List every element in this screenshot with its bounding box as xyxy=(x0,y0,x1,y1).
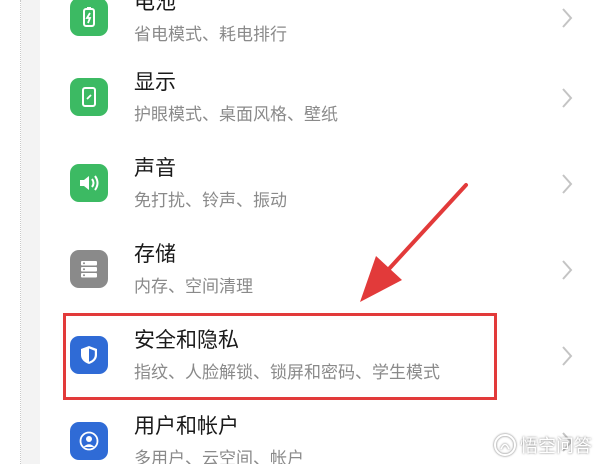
chevron-right-icon xyxy=(562,346,573,366)
settings-item-subtitle: 内存、空间清理 xyxy=(134,277,253,297)
watermark: 悟空问答 xyxy=(494,432,592,458)
battery-icon xyxy=(70,0,108,36)
left-margin xyxy=(0,0,21,464)
sound-icon xyxy=(70,164,108,202)
chevron-right-icon xyxy=(562,174,573,194)
user-icon xyxy=(70,422,108,460)
settings-item-subtitle: 省电模式、耗电排行 xyxy=(134,25,287,45)
highlight-box xyxy=(63,313,497,400)
settings-item-display[interactable]: 显示 护眼模式、桌面风格、壁纸 xyxy=(40,56,600,142)
settings-item-battery[interactable]: 电池 省电模式、耗电排行 xyxy=(40,0,600,62)
settings-item-subtitle: 护眼模式、桌面风格、壁纸 xyxy=(134,105,338,125)
wukong-logo-icon xyxy=(494,434,516,456)
storage-icon xyxy=(70,250,108,288)
settings-item-title: 用户和帐户 xyxy=(134,414,239,438)
settings-item-subtitle: 免打扰、铃声、振动 xyxy=(134,191,287,211)
settings-item-title: 存储 xyxy=(134,242,176,266)
chevron-right-icon xyxy=(562,260,573,280)
settings-item-title: 电池 xyxy=(134,0,176,14)
settings-item-title: 声音 xyxy=(134,156,176,180)
chevron-right-icon xyxy=(562,8,573,28)
settings-screen: 电池 省电模式、耗电排行 显示 护眼模式、桌面风格、壁纸 声音 免打扰、铃声、振… xyxy=(0,0,600,464)
chevron-right-icon xyxy=(562,88,573,108)
red-arrow-icon xyxy=(360,183,468,302)
display-icon xyxy=(70,78,108,116)
settings-item-title: 显示 xyxy=(134,70,176,94)
settings-item-sound[interactable]: 声音 免打扰、铃声、振动 xyxy=(40,142,600,228)
settings-item-subtitle: 多用户、云空间、帐户 xyxy=(134,449,304,464)
settings-item-storage[interactable]: 存储 内存、空间清理 xyxy=(40,228,600,314)
watermark-text: 悟空问答 xyxy=(520,436,592,457)
